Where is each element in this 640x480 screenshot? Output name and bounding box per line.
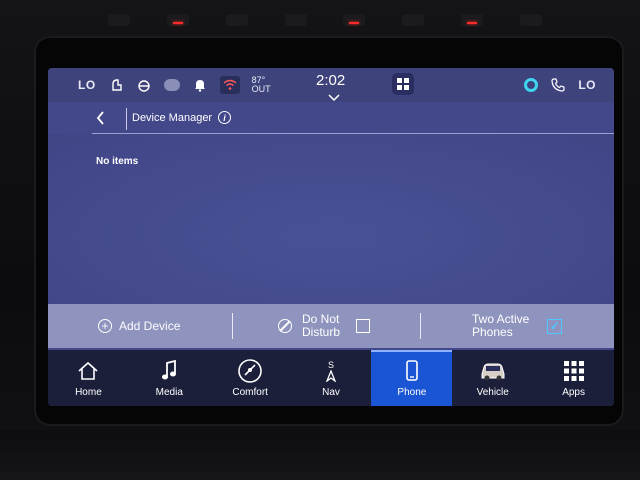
notification-bell-icon[interactable] <box>192 77 208 93</box>
do-not-disturb-line2: Disturb <box>302 325 341 339</box>
do-not-disturb-label: Do Not Disturb <box>302 313 340 339</box>
do-not-disturb-toggle[interactable]: Do Not Disturb <box>278 304 371 348</box>
status-right-group: LO <box>524 68 596 102</box>
bottom-nav: Home Media Comfort S Nav Phone Vehicle A… <box>48 350 614 406</box>
phone-icon[interactable] <box>550 77 566 93</box>
action-divider <box>420 313 421 339</box>
hardware-button[interactable] <box>166 14 189 26</box>
action-bar: + Add Device Do Not Disturb Two Active P… <box>48 304 614 348</box>
hardware-button[interactable] <box>284 14 307 26</box>
hardware-button[interactable] <box>225 14 248 26</box>
car-icon <box>479 359 507 383</box>
nav-comfort[interactable]: Comfort <box>210 350 291 406</box>
two-active-phones-label: Two Active Phones <box>472 313 529 339</box>
steering-heat-icon[interactable] <box>136 77 152 93</box>
music-note-icon <box>160 359 178 383</box>
nav-label: Comfort <box>232 386 268 398</box>
alexa-icon[interactable] <box>524 78 539 92</box>
info-icon[interactable]: i <box>218 111 231 124</box>
nav-label: Apps <box>562 386 585 398</box>
home-icon <box>77 359 99 383</box>
two-active-phones-toggle[interactable]: Two Active Phones ✓ <box>472 304 563 348</box>
nav-label: Phone <box>397 386 427 398</box>
do-not-disturb-icon <box>278 319 292 333</box>
header-divider <box>126 108 127 130</box>
hardware-button[interactable] <box>343 14 366 26</box>
nav-media[interactable]: Media <box>129 350 210 406</box>
auto-climate-icon[interactable] <box>163 79 180 91</box>
nav-label: Home <box>75 386 102 398</box>
nav-label: Media <box>155 386 183 398</box>
plus-circle-icon: + <box>98 319 112 333</box>
apps-grid-icon <box>563 359 585 383</box>
hardware-button[interactable] <box>461 14 484 26</box>
hardware-button-strip <box>90 8 560 32</box>
nav-phone[interactable]: Phone <box>371 350 453 406</box>
status-bar: LO 87° OUT 2:02 LO <box>48 68 614 102</box>
back-button[interactable] <box>92 110 108 126</box>
compass-heading: S <box>327 359 334 370</box>
add-device-label: Add Device <box>119 319 181 333</box>
dashboard-bezel: LO 87° OUT 2:02 LO Device Manager i No i… <box>0 0 640 480</box>
outside-temp: 87° OUT <box>252 76 271 94</box>
do-not-disturb-checkbox[interactable] <box>356 319 371 333</box>
compass-icon: S <box>326 359 336 383</box>
lower-dash <box>0 430 640 480</box>
empty-state-message: No items <box>96 156 139 167</box>
nav-apps[interactable]: Apps <box>533 350 614 406</box>
passenger-temp[interactable]: LO <box>578 78 596 92</box>
two-active-phones-checkbox[interactable]: ✓ <box>547 318 563 334</box>
page-header: Device Manager i <box>48 104 614 132</box>
add-device-button[interactable]: + Add Device <box>98 304 180 348</box>
hardware-button[interactable] <box>402 14 425 26</box>
phone-icon <box>405 359 419 383</box>
nav-label: Vehicle <box>476 386 509 398</box>
comfort-gauge-icon <box>237 358 263 383</box>
nav-vehicle[interactable]: Vehicle <box>452 350 533 406</box>
status-left-group: LO 87° OUT <box>78 68 271 102</box>
wifi-hotspot-icon[interactable] <box>219 76 240 94</box>
app-drawer-icon[interactable] <box>392 73 414 95</box>
clock: 2:02 <box>316 72 346 89</box>
driver-temp[interactable]: LO <box>78 78 96 92</box>
hardware-button[interactable] <box>108 14 130 26</box>
hardware-button[interactable] <box>519 14 542 26</box>
two-active-line2: Phones <box>472 325 513 339</box>
infotainment-screen: LO 87° OUT 2:02 LO Device Manager i No i… <box>48 68 614 406</box>
page-title: Device Manager <box>132 112 213 124</box>
outside-temp-label: OUT <box>251 84 271 94</box>
nav-label: Nav <box>322 386 340 398</box>
nav-home[interactable]: Home <box>48 350 129 406</box>
nav-nav[interactable]: S Nav <box>291 350 372 406</box>
action-divider <box>232 313 233 339</box>
seat-heat-icon[interactable] <box>108 77 124 93</box>
